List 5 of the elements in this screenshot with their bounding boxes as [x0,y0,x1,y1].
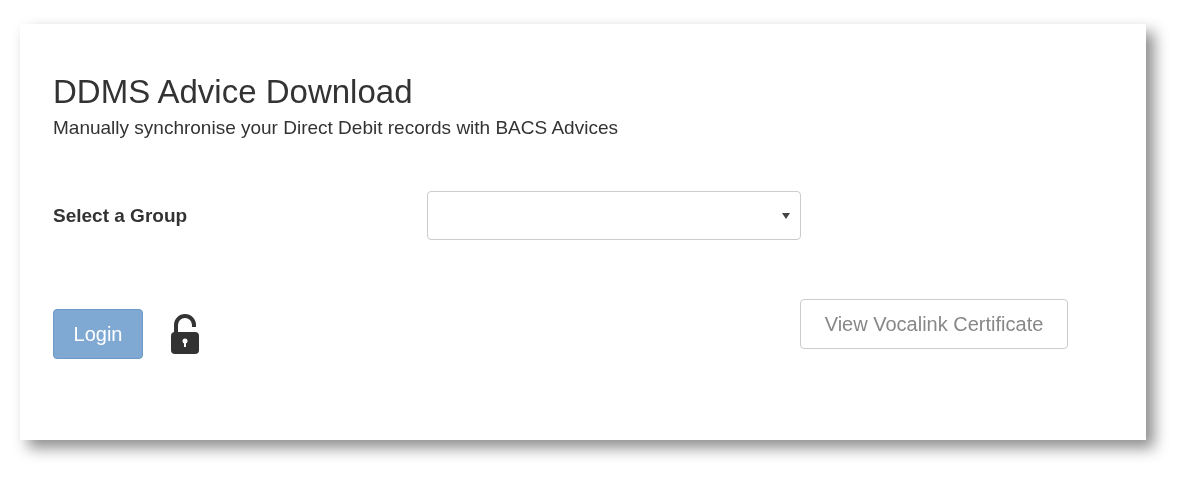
page-title: DDMS Advice Download [53,72,413,112]
dropdown-caret-icon [782,212,790,219]
group-label: Select a Group [53,204,189,228]
group-select[interactable] [427,191,801,240]
page-subtitle: Manually synchronise your Direct Debit records with BACS Advices [53,116,618,140]
